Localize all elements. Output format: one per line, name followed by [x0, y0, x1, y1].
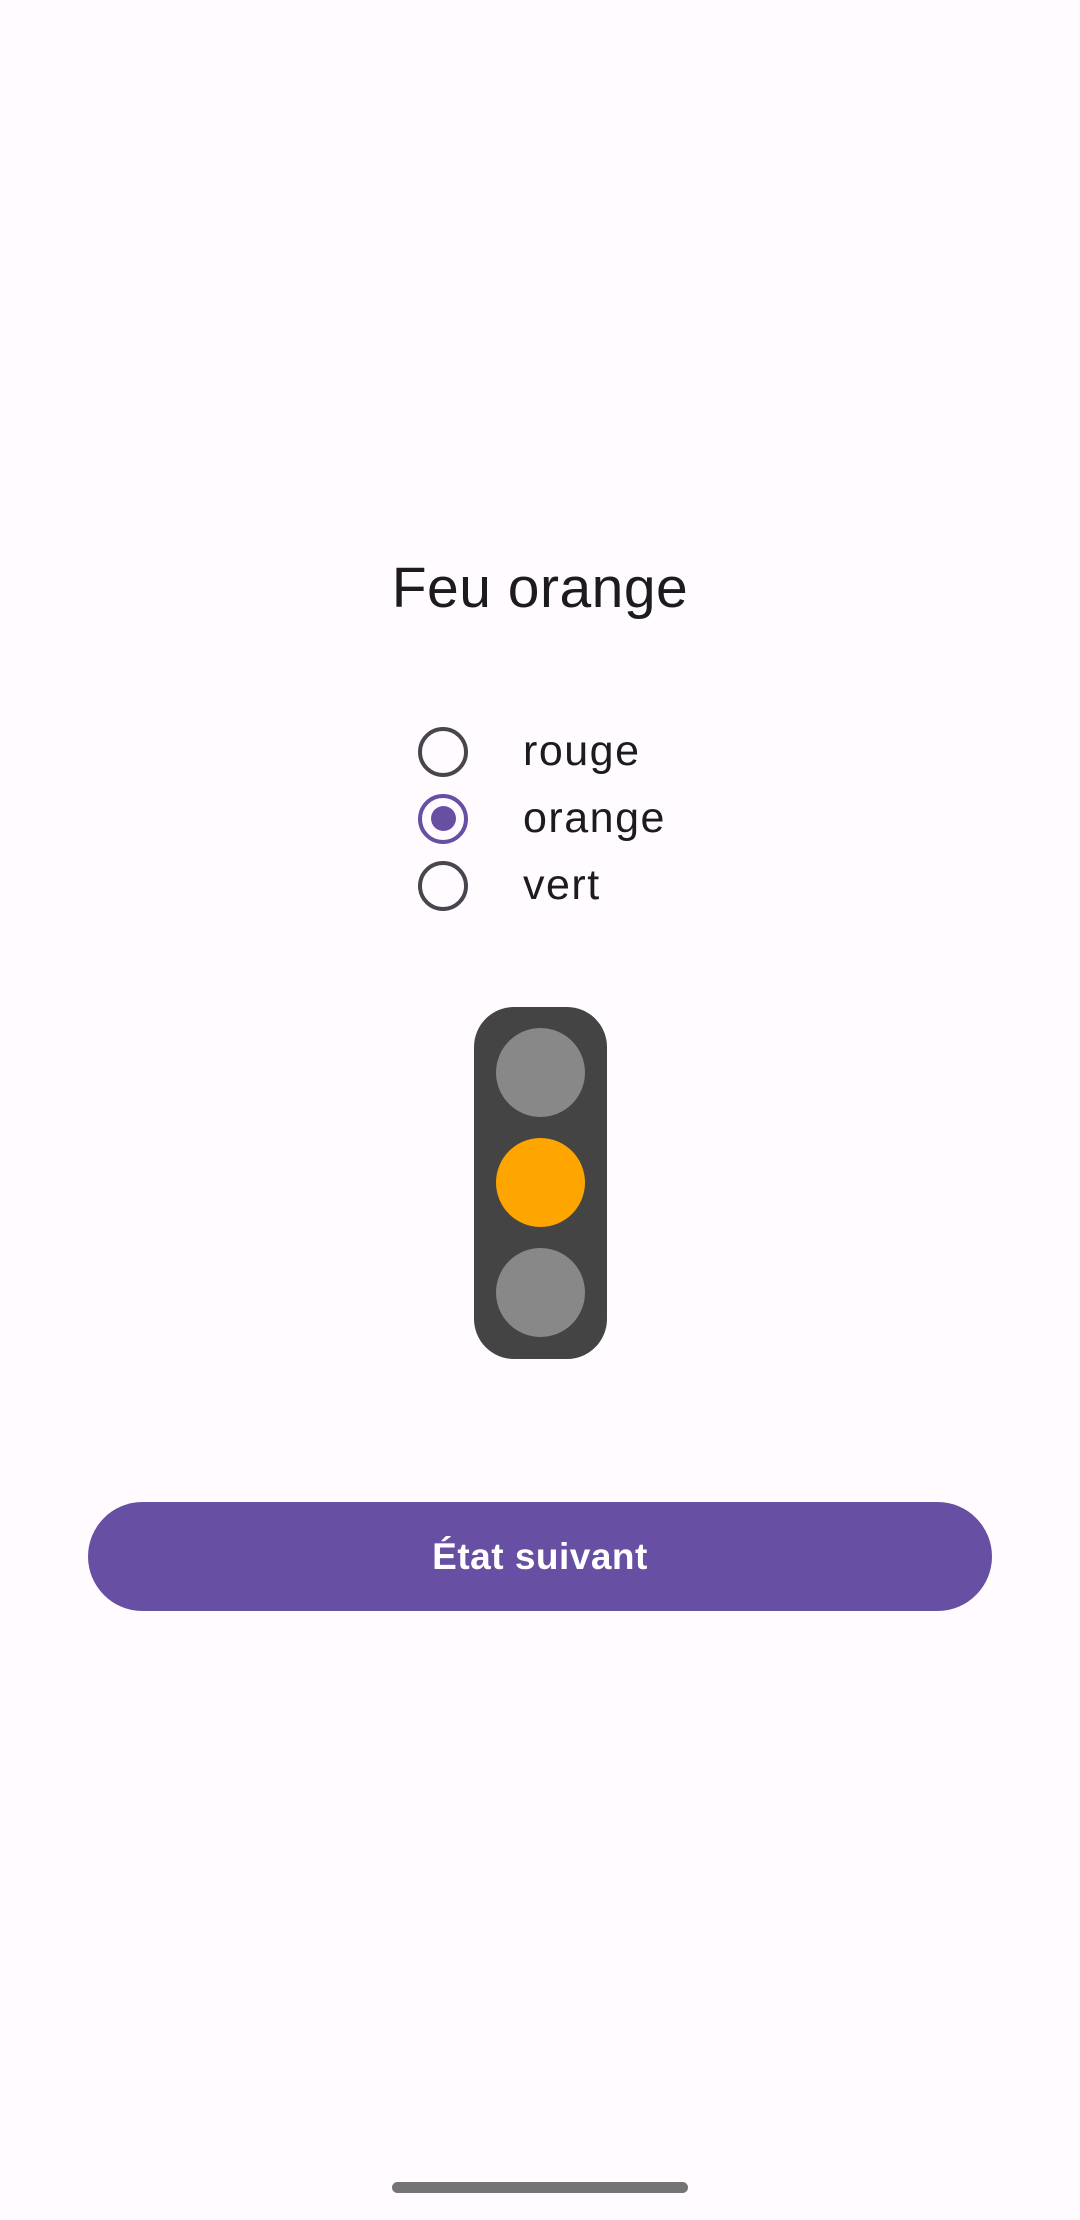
- radio-label-orange: orange: [523, 794, 666, 842]
- light-color-radio-group: rouge orange vert: [418, 718, 718, 919]
- radio-button-vert[interactable]: [418, 860, 468, 911]
- radio-label-rouge: rouge: [523, 727, 641, 775]
- radio-option-vert[interactable]: vert: [418, 852, 718, 919]
- radio-option-orange[interactable]: orange: [418, 785, 718, 852]
- radio-button-rouge[interactable]: [418, 726, 468, 777]
- traffic-light: [474, 1007, 607, 1359]
- orange-lamp: [496, 1138, 585, 1227]
- radio-label-vert: vert: [523, 861, 601, 909]
- green-lamp: [496, 1248, 585, 1337]
- radio-button-orange[interactable]: [418, 793, 468, 844]
- radio-option-rouge[interactable]: rouge: [418, 718, 718, 785]
- screen-title: Feu orange: [391, 556, 689, 620]
- red-lamp: [496, 1028, 585, 1117]
- status-bar: [0, 0, 1080, 66]
- home-indicator[interactable]: [392, 2182, 688, 2193]
- next-state-button[interactable]: État suivant: [88, 1502, 992, 1611]
